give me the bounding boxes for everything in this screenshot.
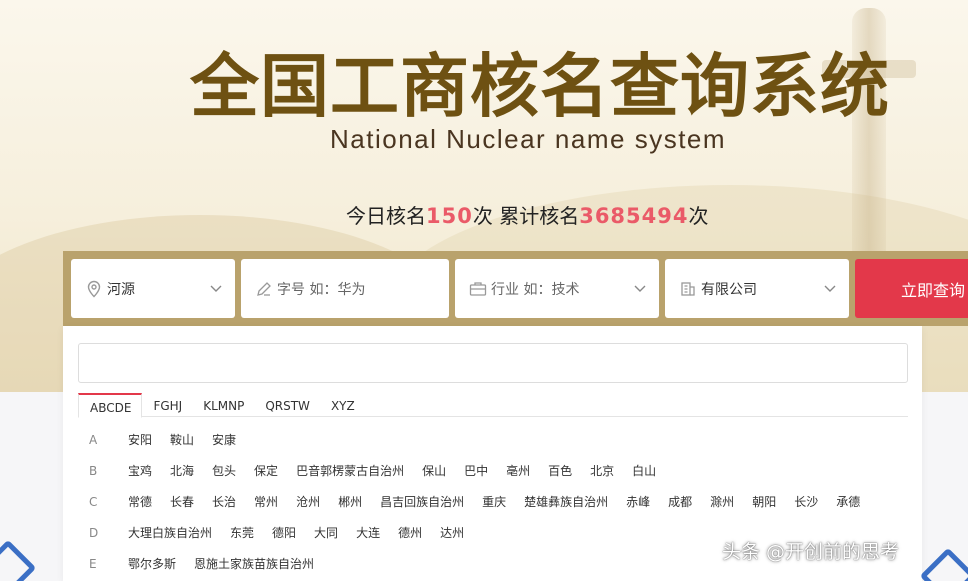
chevron-down-icon <box>209 281 223 295</box>
search-bar: 河源 字号 如：华为 行业 如：技术 有限公司 立即查询 <box>63 251 968 326</box>
city-group-letter: A <box>78 433 128 447</box>
tab-xyz[interactable]: XYZ <box>320 393 365 417</box>
location-pin-icon <box>85 280 103 298</box>
city-option[interactable]: 达州 <box>440 524 464 541</box>
city-option[interactable]: 德阳 <box>272 524 296 541</box>
total-unit: 次 <box>689 204 709 228</box>
city-option[interactable]: 楚雄彝族自治州 <box>524 493 608 510</box>
city-option[interactable]: 鞍山 <box>170 431 194 448</box>
city-option[interactable]: 大连 <box>356 524 380 541</box>
city-option[interactable]: 长沙 <box>794 493 818 510</box>
company-name-field[interactable]: 字号 如：华为 <box>241 259 449 318</box>
chevron-down-icon <box>633 281 647 295</box>
city-option[interactable]: 安阳 <box>128 431 152 448</box>
city-option[interactable]: 宝鸡 <box>128 462 152 479</box>
city-option[interactable]: 保山 <box>422 462 446 479</box>
city-option[interactable]: 保定 <box>254 462 278 479</box>
city-search-input[interactable] <box>78 343 908 383</box>
city-option[interactable]: 赤峰 <box>626 493 650 510</box>
decorative-diamond <box>0 540 36 581</box>
tab-abcde[interactable]: ABCDE <box>78 393 142 418</box>
decorative-diamond <box>920 548 968 581</box>
city-group-letter: B <box>78 464 128 478</box>
today-label: 今日核名 <box>346 204 426 228</box>
industry-placeholder: 行业 如：技术 <box>491 279 579 299</box>
city-option[interactable]: 常州 <box>254 493 278 510</box>
city-group-letter: D <box>78 526 128 540</box>
query-stats: 今日核名150次 累计核名3685494次 <box>346 200 709 229</box>
city-option[interactable]: 承德 <box>836 493 860 510</box>
city-option[interactable]: 常德 <box>128 493 152 510</box>
building-icon <box>679 280 697 298</box>
city-option[interactable]: 巴中 <box>464 462 488 479</box>
city-letter-tabs: ABCDE FGHJ KLMNP QRSTW XYZ <box>78 393 908 417</box>
city-option[interactable]: 包头 <box>212 462 236 479</box>
city-option[interactable]: 德州 <box>398 524 422 541</box>
pencil-icon <box>255 280 273 298</box>
tab-qrstw[interactable]: QRSTW <box>254 393 320 417</box>
city-option[interactable]: 大同 <box>314 524 338 541</box>
search-submit-button[interactable]: 立即查询 <box>855 259 968 318</box>
watermark: 头条 @开创前的思考 <box>722 537 899 564</box>
city-option[interactable]: 滁州 <box>710 493 734 510</box>
city-option[interactable]: 白山 <box>632 462 656 479</box>
city-option[interactable]: 昌吉回族自治州 <box>380 493 464 510</box>
city-option[interactable]: 安康 <box>212 431 236 448</box>
city-group-letter: C <box>78 495 128 509</box>
city-option[interactable]: 大理白族自治州 <box>128 524 212 541</box>
city-option[interactable]: 沧州 <box>296 493 320 510</box>
city-group-row: C常德 长春 长治 常州 沧州 郴州 昌吉回族自治州 重庆 楚雄彝族自治州 赤峰 成都 滁州 朝阳 长沙 承… <box>78 486 908 517</box>
today-count: 150 <box>426 204 473 228</box>
city-option[interactable]: 百色 <box>548 462 572 479</box>
city-option[interactable]: 北海 <box>170 462 194 479</box>
company-type-select[interactable]: 有限公司 <box>665 259 849 318</box>
city-option[interactable]: 巴音郭楞蒙古自治州 <box>296 462 404 479</box>
city-option[interactable]: 鄂尔多斯 <box>128 555 176 572</box>
city-option[interactable]: 朝阳 <box>752 493 776 510</box>
city-option[interactable]: 北京 <box>590 462 614 479</box>
city-group-row: A安阳 鞍山 安康 <box>78 424 908 455</box>
total-label: 累计核名 <box>499 204 579 228</box>
tab-klmnp[interactable]: KLMNP <box>192 393 254 417</box>
city-option[interactable]: 重庆 <box>482 493 506 510</box>
industry-select[interactable]: 行业 如：技术 <box>455 259 659 318</box>
city-option[interactable]: 郴州 <box>338 493 362 510</box>
company-type-value: 有限公司 <box>701 279 757 299</box>
city-option[interactable]: 长春 <box>170 493 194 510</box>
company-name-placeholder: 字号 如：华为 <box>277 279 365 299</box>
city-group-row: B宝鸡 北海 包头 保定 巴音郭楞蒙古自治州 保山 巴中 亳州 百色 北京 白山 <box>78 455 908 486</box>
page-subtitle: National Nuclear name system <box>330 124 726 155</box>
city-option[interactable]: 亳州 <box>506 462 530 479</box>
region-select[interactable]: 河源 <box>71 259 235 318</box>
city-option[interactable]: 长治 <box>212 493 236 510</box>
briefcase-icon <box>469 280 487 298</box>
page-title: 全国工商核名查询系统 <box>190 30 890 130</box>
city-option[interactable]: 东莞 <box>230 524 254 541</box>
today-unit: 次 <box>473 204 493 228</box>
city-group-letter: E <box>78 557 128 571</box>
total-count: 3685494 <box>579 204 688 228</box>
tab-fghj[interactable]: FGHJ <box>142 393 192 417</box>
city-option[interactable]: 恩施土家族苗族自治州 <box>194 555 314 572</box>
region-value: 河源 <box>107 279 135 299</box>
city-option[interactable]: 成都 <box>668 493 692 510</box>
chevron-down-icon <box>823 281 837 295</box>
